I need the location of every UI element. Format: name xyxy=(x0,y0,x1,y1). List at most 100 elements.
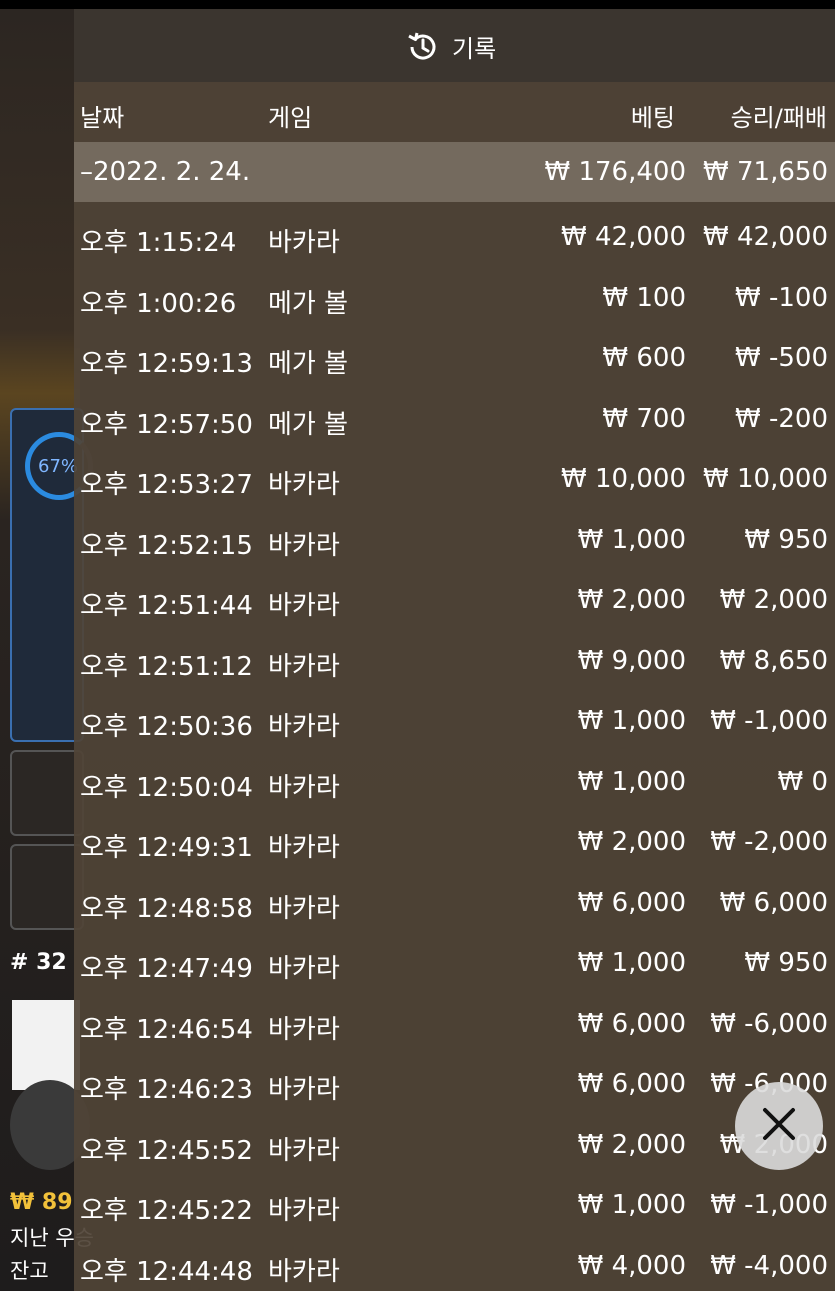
row-time: 오후 12:57:50 xyxy=(80,409,253,440)
row-bet: ₩ 6,000 xyxy=(577,887,686,918)
row-time: 오후 12:48:58 xyxy=(80,893,253,924)
row-bet: ₩ 1,000 xyxy=(577,524,686,555)
close-button[interactable] xyxy=(735,1082,823,1170)
background-button xyxy=(10,750,84,836)
row-game: 바카라 xyxy=(268,1075,340,1105)
history-row[interactable]: 오후 12:51:12 바카라 ₩ 9,000 ₩ 8,650 xyxy=(74,632,835,693)
summary-winloss: ₩ 71,650 xyxy=(703,157,828,187)
balance-amount: ₩ 89 xyxy=(10,1190,73,1215)
row-bet: ₩ 600 xyxy=(602,343,686,373)
row-time: 오후 12:59:13 xyxy=(80,349,253,379)
row-winloss: ₩ 10,000 xyxy=(703,464,828,494)
summary-date: –2022. 2. 24. xyxy=(80,157,251,187)
row-time: 오후 1:00:26 xyxy=(80,288,237,319)
history-row[interactable]: 오후 12:53:27 바카라 ₩ 10,000 ₩ 10,000 xyxy=(74,450,835,511)
history-row[interactable]: 오후 12:48:58 바카라 ₩ 6,000 ₩ 6,000 xyxy=(74,874,835,935)
row-time: 오후 12:46:23 xyxy=(80,1075,253,1105)
balance-label: 잔고 xyxy=(10,1259,49,1283)
history-row[interactable]: 오후 1:00:26 메가 볼 ₩ 100 ₩ -100 xyxy=(74,269,835,330)
status-bar xyxy=(0,0,835,9)
row-game: 메가 볼 xyxy=(268,349,349,379)
row-game: 바카라 xyxy=(268,651,340,682)
row-winloss: ₩ -1,000 xyxy=(710,1190,828,1220)
history-row[interactable]: 오후 12:50:36 바카라 ₩ 1,000 ₩ -1,000 xyxy=(74,692,835,753)
row-time: 오후 12:52:15 xyxy=(80,530,253,561)
row-winloss: ₩ -2,000 xyxy=(710,827,828,857)
row-time: 오후 12:47:49 xyxy=(80,954,253,984)
row-bet: ₩ 6,000 xyxy=(577,1008,686,1039)
round-number: # 32 xyxy=(10,950,67,975)
row-game: 바카라 xyxy=(268,1135,340,1166)
row-time: 오후 12:50:04 xyxy=(80,772,253,803)
row-game: 바카라 xyxy=(268,591,340,621)
history-icon xyxy=(406,30,440,64)
history-row[interactable]: 오후 12:45:22 바카라 ₩ 1,000 ₩ -1,000 xyxy=(74,1176,835,1237)
row-time: 오후 12:50:36 xyxy=(80,712,253,742)
row-time: 오후 12:46:54 xyxy=(80,1014,253,1045)
row-bet: ₩ 1,000 xyxy=(577,1190,686,1220)
row-time: 오후 12:45:22 xyxy=(80,1196,253,1226)
row-game: 바카라 xyxy=(268,772,340,803)
row-winloss: ₩ 950 xyxy=(744,948,828,978)
row-bet: ₩ 4,000 xyxy=(577,1250,686,1281)
history-row[interactable]: 오후 12:47:49 바카라 ₩ 1,000 ₩ 950 xyxy=(74,934,835,995)
row-winloss: ₩ -1,000 xyxy=(710,706,828,736)
row-game: 메가 볼 xyxy=(268,288,349,319)
row-winloss: ₩ -100 xyxy=(735,282,828,313)
column-winloss: 승리/패배 xyxy=(730,104,827,132)
row-game: 바카라 xyxy=(268,1256,340,1287)
column-headers: 날짜 게임 베팅 승리/패배 xyxy=(74,82,835,142)
row-winloss: ₩ -4,000 xyxy=(710,1250,828,1281)
history-header: 기록 xyxy=(74,9,835,82)
row-bet: ₩ 9,000 xyxy=(577,645,686,676)
date-summary-row[interactable]: –2022. 2. 24. ₩ 176,400 ₩ 71,650 xyxy=(74,142,835,202)
row-bet: ₩ 10,000 xyxy=(561,464,686,494)
row-game: 바카라 xyxy=(268,712,340,742)
history-row[interactable]: 오후 1:15:24 바카라 ₩ 42,000 ₩ 42,000 xyxy=(74,208,835,269)
row-winloss: ₩ 0 xyxy=(777,766,828,797)
background-button xyxy=(10,844,84,930)
row-time: 오후 12:45:52 xyxy=(80,1135,253,1166)
close-icon xyxy=(759,1104,799,1148)
row-bet: ₩ 100 xyxy=(602,282,686,313)
row-bet: ₩ 1,000 xyxy=(577,948,686,978)
history-row[interactable]: 오후 12:59:13 메가 볼 ₩ 600 ₩ -500 xyxy=(74,329,835,390)
history-row[interactable]: 오후 12:51:44 바카라 ₩ 2,000 ₩ 2,000 xyxy=(74,571,835,632)
history-row[interactable]: 오후 12:52:15 바카라 ₩ 1,000 ₩ 950 xyxy=(74,511,835,572)
history-list: 오후 1:15:24 바카라 ₩ 42,000 ₩ 42,000 오후 1:00:26 메… xyxy=(74,208,835,1291)
row-bet: ₩ 1,000 xyxy=(577,766,686,797)
row-winloss: ₩ 2,000 xyxy=(719,585,828,615)
timer-percent: 67% xyxy=(38,456,79,477)
row-game: 바카라 xyxy=(268,1014,340,1045)
row-time: 오후 12:53:27 xyxy=(80,470,253,500)
roadmap-card xyxy=(12,1000,80,1090)
row-time: 오후 12:51:12 xyxy=(80,651,253,682)
history-row[interactable]: 오후 12:44:48 바카라 ₩ 4,000 ₩ -4,000 xyxy=(74,1237,835,1291)
row-winloss: ₩ -6,000 xyxy=(710,1008,828,1039)
column-date: 날짜 xyxy=(80,104,125,132)
history-row[interactable]: 오후 12:46:54 바카라 ₩ 6,000 ₩ -6,000 xyxy=(74,995,835,1056)
row-time: 오후 12:44:48 xyxy=(80,1256,253,1287)
screen: 67% # 32 ₩ 89 지난 우승 잔고 기록 날짜 게임 베팅 승리/패배… xyxy=(0,0,835,1291)
row-bet: ₩ 1,000 xyxy=(577,706,686,736)
page-title: 기록 xyxy=(452,35,497,63)
row-winloss: ₩ 42,000 xyxy=(703,222,828,252)
row-game: 메가 볼 xyxy=(268,409,349,440)
history-row[interactable]: 오후 12:50:04 바카라 ₩ 1,000 ₩ 0 xyxy=(74,753,835,814)
row-time: 오후 1:15:24 xyxy=(80,228,237,258)
history-row[interactable]: 오후 12:57:50 메가 볼 ₩ 700 ₩ -200 xyxy=(74,390,835,451)
row-bet: ₩ 2,000 xyxy=(577,585,686,615)
row-game: 바카라 xyxy=(268,833,340,863)
row-game: 바카라 xyxy=(268,893,340,924)
history-row[interactable]: 오후 12:46:23바카라₩ 6,000₩ -6,000 xyxy=(74,1055,835,1116)
row-bet: ₩ 2,000 xyxy=(577,1129,686,1160)
row-winloss: ₩ 6,000 xyxy=(719,887,828,918)
column-bet: 베팅 xyxy=(630,104,675,132)
history-row[interactable]: 오후 12:45:52바카라₩ 2,000₩ 2,000 xyxy=(74,1116,835,1177)
row-bet: ₩ 2,000 xyxy=(577,827,686,857)
row-game: 바카라 xyxy=(268,1196,340,1226)
row-winloss: ₩ -500 xyxy=(735,343,828,373)
row-winloss: ₩ 950 xyxy=(744,524,828,555)
history-row[interactable]: 오후 12:49:31 바카라 ₩ 2,000 ₩ -2,000 xyxy=(74,813,835,874)
row-time: 오후 12:51:44 xyxy=(80,591,253,621)
